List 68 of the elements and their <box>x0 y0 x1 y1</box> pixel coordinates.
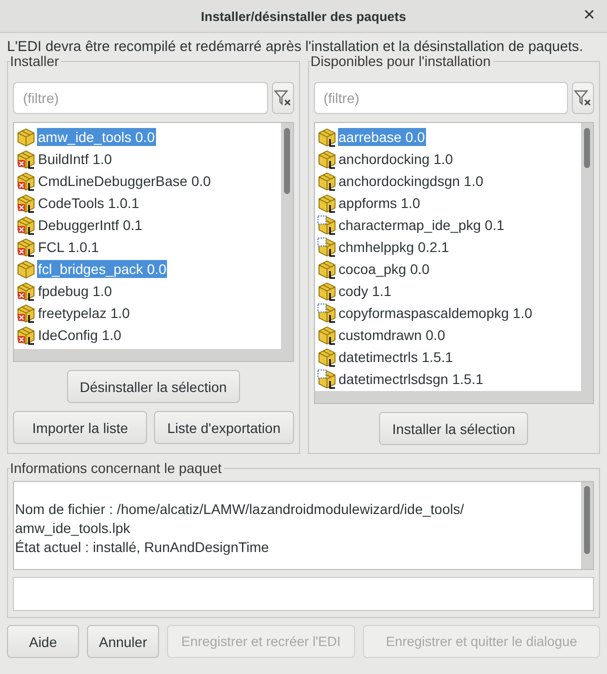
install-button[interactable]: Installer la sélection <box>379 412 528 445</box>
package-item[interactable]: FCL 1.0.1 <box>16 236 280 258</box>
dialog-button[interactable]: Aide <box>7 625 79 658</box>
package-icon <box>316 237 336 257</box>
package-item[interactable]: DebuggerIntf 0.1 <box>16 214 280 236</box>
clear-filter-button[interactable] <box>272 82 294 114</box>
filter-field[interactable]: (filtre) <box>314 82 568 114</box>
package-item[interactable]: fpdebug 1.0 <box>16 280 280 302</box>
package-icon <box>316 193 336 213</box>
package-icon <box>316 281 336 301</box>
package-icon <box>316 149 336 169</box>
package-item[interactable]: freetypelaz 1.0 <box>16 302 280 324</box>
info-line: État actuel : installé, RunAndDesignTime <box>15 538 270 557</box>
package-item[interactable]: anchordockingdsgn 1.0 <box>316 170 581 192</box>
package-icon <box>316 347 336 367</box>
import-button[interactable]: Importer la liste <box>13 411 148 444</box>
group-title: Informations concernant le paquet <box>10 460 224 476</box>
export-button[interactable]: Liste d'exportation <box>154 411 294 444</box>
vertical-scrollbar[interactable] <box>581 482 593 569</box>
info-line: amw_ide_tools.lpk <box>15 519 132 538</box>
package-item[interactable]: CodeTools 1.0.1 <box>16 192 280 214</box>
package-icon <box>316 369 336 389</box>
close-button[interactable]: × <box>579 4 599 27</box>
package-item[interactable]: cody 1.1 <box>316 280 581 302</box>
package-item[interactable]: datetimectrlsdsgn 1.5.1 <box>316 368 581 390</box>
group-title: Disponibles pour l'installation <box>310 53 493 69</box>
info-line: Nom de fichier : /home/alcatiz/LAMW/lazandroidmodulewizard/ide_tools/ <box>15 500 465 519</box>
package-icon <box>316 325 336 345</box>
package-icon <box>316 127 336 147</box>
package-icon <box>16 193 36 213</box>
window-title: Installer/désinstaller des paquets <box>200 8 406 24</box>
package-icon <box>16 325 36 345</box>
package-icon <box>16 215 36 235</box>
dialog-button[interactable]: Annuler <box>87 625 159 658</box>
horizontal-scrollbar[interactable] <box>14 349 292 361</box>
package-item[interactable]: appforms 1.0 <box>316 192 581 214</box>
package-item[interactable]: cocoa_pkg 0.0 <box>316 258 581 280</box>
package-icon <box>16 281 36 301</box>
uninstall-button[interactable]: Désinstaller la sélection <box>66 370 240 403</box>
package-item[interactable]: customdrawn 0.0 <box>316 324 581 346</box>
clear-filter-button[interactable] <box>572 82 594 114</box>
vertical-scrollbar[interactable] <box>581 123 593 391</box>
package-item[interactable]: copyformaspascaldemopkg 1.0 <box>316 302 581 324</box>
package-icon <box>16 149 36 169</box>
vertical-scrollbar[interactable] <box>280 123 292 349</box>
filter-field[interactable]: (filtre) <box>13 82 268 114</box>
filter-clear-icon <box>574 89 592 107</box>
package-item[interactable]: CmdLineDebuggerBase 0.0 <box>16 170 280 192</box>
group-title: Installer <box>10 53 62 69</box>
package-item[interactable]: charactermap_ide_pkg 0.1 <box>316 214 581 236</box>
package-icon <box>316 303 336 323</box>
package-item[interactable]: BuildIntf 1.0 <box>16 148 280 170</box>
package-icon <box>16 237 36 257</box>
package-icon <box>16 171 36 191</box>
filter-clear-icon <box>274 89 292 107</box>
package-icon <box>16 303 36 323</box>
package-icon <box>316 171 336 191</box>
package-icon <box>316 215 336 235</box>
package-icon <box>16 259 36 279</box>
notice-text: L'EDI devra être recompilé et redémarré après l'installation et la désinstallation de paquets. <box>7 39 584 55</box>
package-icon <box>316 259 336 279</box>
package-item[interactable]: IdeConfig 1.0 <box>16 324 280 346</box>
package-item[interactable]: datetimectrls 1.5.1 <box>316 346 581 368</box>
text-field[interactable] <box>13 577 594 611</box>
package-item[interactable]: chmhelppkg 0.2.1 <box>316 236 581 258</box>
horizontal-scrollbar[interactable] <box>314 391 593 403</box>
package-icon <box>16 127 36 147</box>
package-item[interactable]: anchordocking 1.0 <box>316 148 581 170</box>
